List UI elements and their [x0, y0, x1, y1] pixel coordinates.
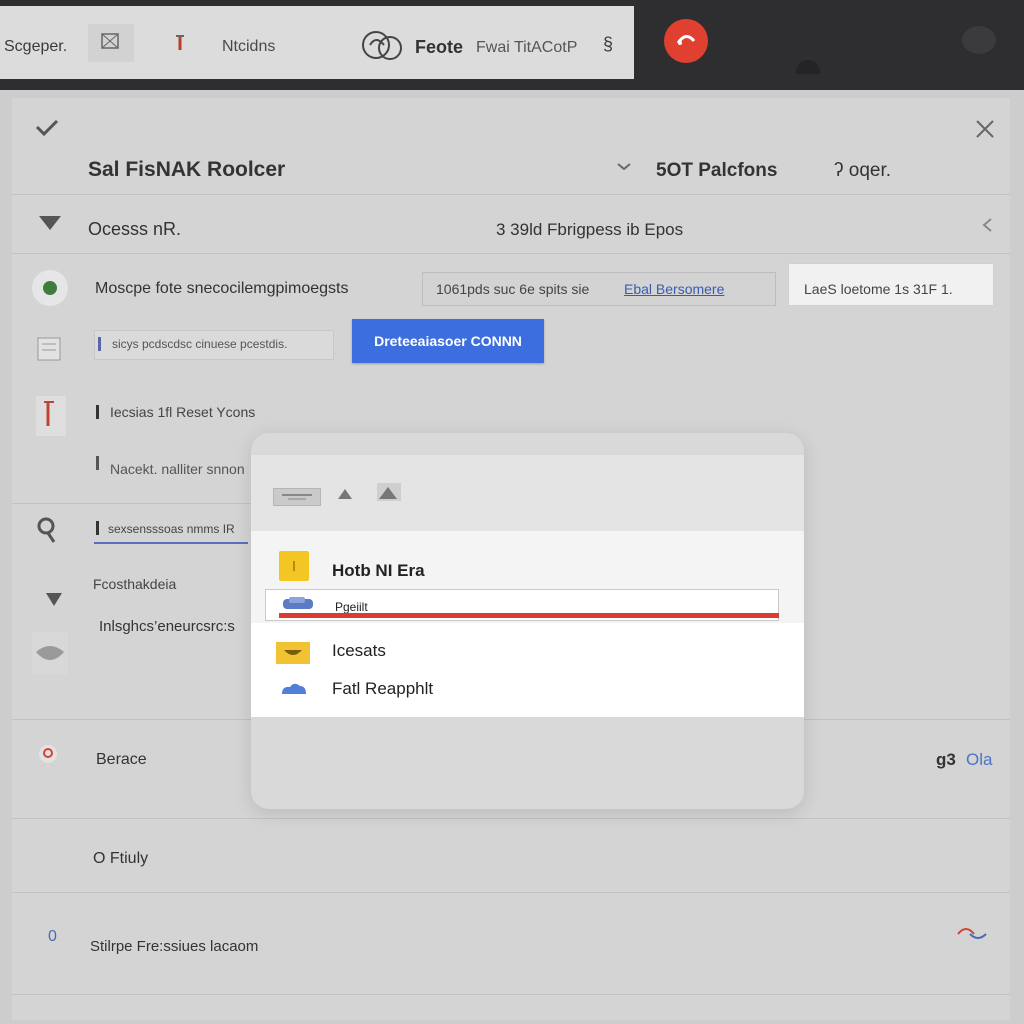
brand-title: Feote: [415, 37, 464, 57]
collapse-icon[interactable]: [36, 212, 64, 239]
triangle-icon[interactable]: [335, 485, 355, 508]
flag-icon: [36, 396, 66, 436]
folder-icon: [279, 551, 309, 581]
header-tab-a[interactable]: 5OT Palcfons: [656, 160, 777, 182]
brand-logo-icon: [360, 26, 412, 69]
row-subtext: Nacekt. nalliter snnon: [110, 461, 245, 477]
header-tab-b[interactable]: ʔ oqer.: [834, 160, 891, 182]
list-item[interactable]: Inlsghcs’eneurcsrc:s: [99, 618, 235, 635]
lines-icon: [282, 494, 312, 500]
popup-item[interactable]: Hotb NI Era: [332, 561, 425, 581]
chevron-down-icon[interactable]: [616, 160, 632, 178]
row-count: g3: [936, 750, 956, 769]
row-label: O Ftiuly: [93, 850, 149, 867]
popup-list-lower: [251, 623, 804, 717]
row-label: Berace: [96, 751, 147, 768]
caret-down-icon[interactable]: [44, 590, 64, 613]
chevron-left-icon[interactable]: [980, 216, 994, 239]
row-label: Stilrpe Fre:ssiues lacaom: [90, 938, 259, 955]
popup-item[interactable]: Fatl Reapphlt: [332, 679, 433, 699]
list-item[interactable]: Fcosthakdeia: [93, 576, 176, 592]
popup-item[interactable]: Icesats: [332, 641, 386, 661]
divider: [12, 253, 1010, 254]
row-label: Moscpe fote snecocilemgpimoegsts: [95, 280, 349, 297]
image-button[interactable]: [88, 24, 134, 62]
cursor-marker: [96, 456, 99, 470]
divider: [12, 994, 1010, 995]
row-link[interactable]: Ola: [966, 750, 992, 770]
row-number: 0: [48, 928, 57, 945]
info-link[interactable]: Ebal Bersomere: [624, 281, 724, 297]
document-icon: [34, 332, 66, 369]
value-field-text: LaeS loetome 1s 31F 1.: [804, 281, 953, 297]
search-field-text: sexsensssoas nmms IR: [108, 522, 235, 536]
profile-button[interactable]: [962, 26, 996, 54]
brand-trail: §: [603, 34, 614, 54]
cursor-marker: [96, 405, 99, 419]
cloud-icon: [278, 681, 308, 702]
divider: [12, 892, 1010, 893]
popup-tool-button[interactable]: [273, 488, 321, 506]
pin-button[interactable]: [170, 34, 190, 59]
divider: [12, 818, 1010, 819]
section-summary: 3 39ld Fbrigpess ib Epos: [496, 220, 684, 239]
tab-search[interactable]: Scgeper.: [4, 38, 67, 56]
divider: [12, 194, 1010, 195]
row-label: Iecsias 1fl Reset Ycons: [110, 404, 256, 420]
location-icon: [36, 742, 60, 771]
search-icon[interactable]: [34, 514, 60, 551]
divider: [12, 503, 252, 504]
popup-item-label: Pgeiilt: [335, 600, 368, 614]
pin-icon: [176, 35, 184, 50]
page-title: Sal FisNAK Roolcer: [88, 158, 286, 181]
toggle-icon[interactable]: [956, 924, 992, 949]
brand-subtitle: Fwai TitACotP: [476, 39, 578, 56]
connect-button[interactable]: Dreteeaiasoer CONNN: [352, 319, 544, 363]
close-icon[interactable]: [972, 116, 998, 147]
selection-highlight: [279, 613, 779, 618]
popup-header: [251, 455, 804, 531]
cursor-marker: [96, 521, 99, 535]
mask-icon: [32, 632, 68, 674]
record-icon: [676, 35, 696, 45]
info-field-text: 1061pds suc 6e spits sie: [436, 281, 590, 297]
section-label: Ocesss nR.: [88, 219, 182, 239]
cursor-marker: [98, 337, 101, 351]
status-icon: [32, 270, 68, 306]
record-button[interactable]: [664, 19, 708, 63]
mountain-icon[interactable]: [375, 479, 403, 508]
search-underline: [94, 542, 248, 544]
tab-notices[interactable]: Ntcidns: [222, 38, 275, 56]
checkmark-icon[interactable]: [34, 118, 60, 143]
text-field-value: sicys pcdscdsc cinuese pcestdis.: [112, 337, 288, 351]
dropdown-popup: Hotb NI Era Pgeiilt Icesats Fatl Reapphl…: [251, 433, 804, 809]
image-icon: [101, 33, 119, 49]
tray-icon: [276, 642, 310, 664]
